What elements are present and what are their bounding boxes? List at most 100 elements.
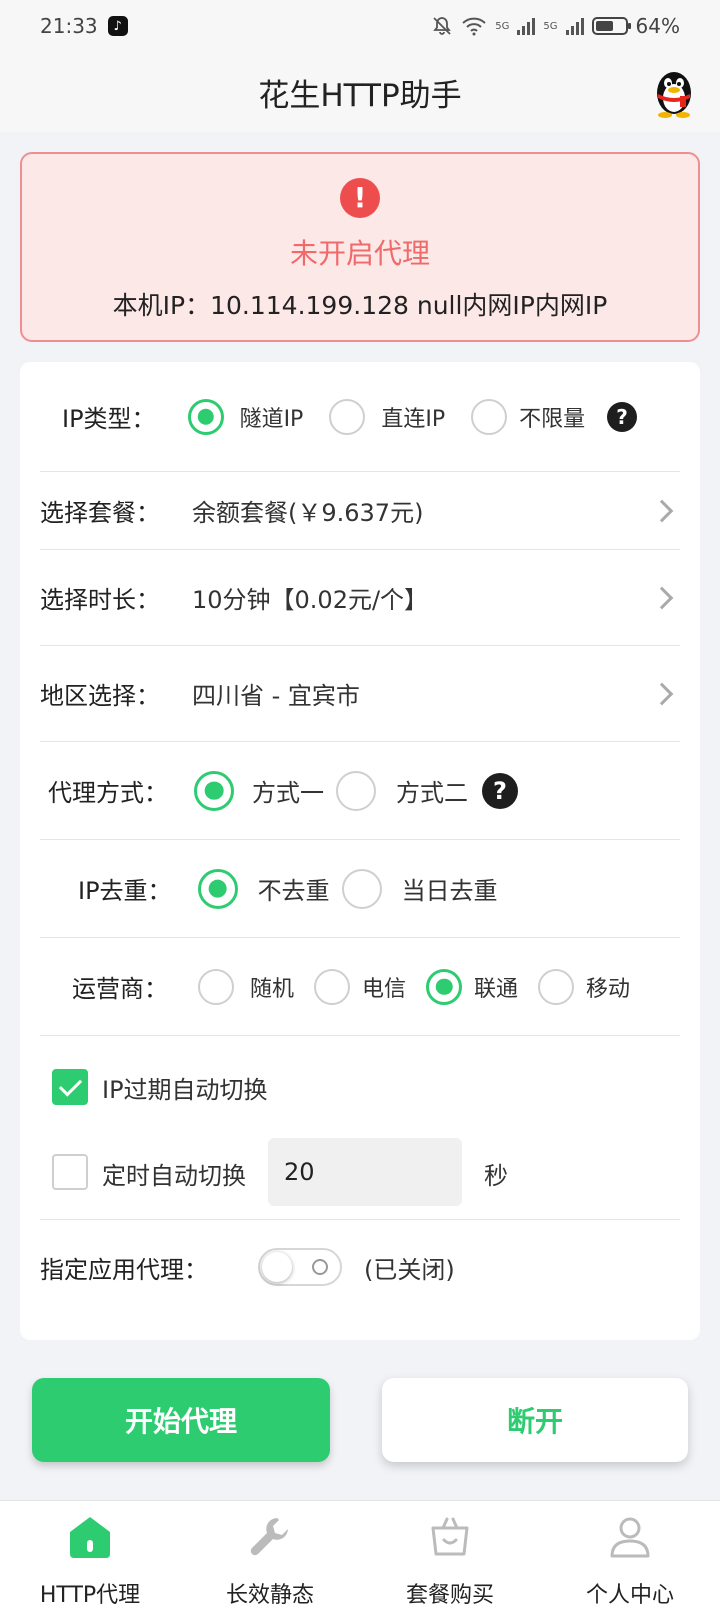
- signal-1-icon: [517, 17, 536, 35]
- carrier-option-telecom[interactable]: 电信: [314, 968, 407, 1005]
- signal-2-icon: [565, 17, 584, 35]
- region-row[interactable]: 地区选择： 四川省 - 宜宾市: [40, 646, 680, 742]
- radio-tunnel-ip[interactable]: [187, 398, 224, 435]
- app-proxy-label: 指定应用代理：: [40, 1255, 208, 1284]
- app-proxy-row: 指定应用代理： (已关闭): [40, 1220, 680, 1314]
- bottom-tab-bar: HTTP代理 长效静态 套餐购买 个人中心: [0, 1500, 720, 1612]
- duration-label: 选择时长：: [40, 586, 160, 614]
- proxy-mode-option-1[interactable]: 方式一: [194, 770, 324, 811]
- ip-type-option-unlimited[interactable]: 不限量: [471, 398, 586, 435]
- ip-type-option-direct[interactable]: 直连IP: [329, 398, 446, 435]
- status-left: 21:33 ♪: [40, 14, 128, 38]
- proxy-mode-option-2[interactable]: 方式二: [336, 770, 468, 811]
- network-type-1: 5G: [495, 20, 510, 32]
- proxy-settings-card: IP类型： 隧道IP 直连IP 不限量 ? 选择套餐： 余额套餐(￥9.637元…: [20, 362, 700, 1340]
- ip-type-option-tunnel[interactable]: 隧道IP: [187, 398, 304, 435]
- auto-switch-timer-checkbox[interactable]: [52, 1154, 88, 1190]
- alert-exclamation-icon: !: [340, 178, 380, 218]
- auto-switch-expire-label: IP过期自动切换: [102, 1075, 268, 1104]
- option-label: 联通: [474, 976, 519, 1002]
- option-label: 不去重: [257, 877, 330, 905]
- auto-switch-expire-checkbox[interactable]: [52, 1069, 88, 1105]
- timer-unit: 秒: [484, 1162, 508, 1190]
- toggle-off-indicator: [312, 1259, 328, 1275]
- auto-switch-timer-row: 定时自动切换 20 秒: [40, 1138, 680, 1220]
- disconnect-button[interactable]: 断开: [382, 1378, 688, 1462]
- auto-switch-expire-row[interactable]: IP过期自动切换: [40, 1036, 680, 1138]
- tab-http-proxy[interactable]: HTTP代理: [0, 1501, 180, 1612]
- proxy-mode-row: 代理方式： 方式一 方式二 ?: [40, 742, 680, 840]
- option-label: 不限量: [519, 406, 586, 432]
- status-bar: 21:33 ♪ 5G 5G 64%: [0, 0, 720, 52]
- radio-telecom[interactable]: [314, 968, 351, 1005]
- tab-label: 长效静态: [225, 1583, 314, 1608]
- mute-bell-icon: [433, 17, 452, 35]
- toggle-knob: [262, 1252, 292, 1282]
- option-label: 方式二: [396, 779, 468, 807]
- local-ip-text: 本机IP：10.114.199.128 null内网IP内网IP: [112, 291, 608, 320]
- radio-unlimited[interactable]: [471, 398, 508, 435]
- tab-label: HTTP代理: [39, 1583, 141, 1608]
- ip-type-label: IP类型：: [62, 405, 156, 433]
- option-label: 隧道IP: [239, 406, 304, 432]
- duration-row[interactable]: 选择时长： 10分钟【0.02元/个】: [40, 550, 680, 646]
- carrier-option-mobile[interactable]: 移动: [538, 968, 631, 1005]
- radio-daily-dedup[interactable]: [341, 868, 382, 909]
- page-title: 花生HTTP助手: [258, 77, 462, 114]
- carrier-label: 运营商：: [72, 975, 168, 1003]
- proxy-status-text: 未开启代理: [289, 237, 430, 270]
- ip-dedup-row: IP去重： 不去重 当日去重: [40, 840, 680, 938]
- tiktok-notification-icon: ♪: [107, 16, 128, 36]
- status-right: 5G 5G 64%: [431, 14, 680, 38]
- dedup-option-none[interactable]: 不去重: [197, 868, 330, 909]
- radio-mode-one[interactable]: [194, 770, 234, 811]
- battery-percent: 64%: [635, 14, 680, 38]
- tab-long-term-static[interactable]: 长效静态: [180, 1501, 360, 1612]
- proxy-mode-label: 代理方式：: [48, 779, 168, 807]
- tab-personal-center[interactable]: 个人中心: [540, 1501, 720, 1612]
- wrench-icon: [244, 1511, 296, 1563]
- radio-mode-two[interactable]: [336, 770, 376, 811]
- home-icon: [64, 1511, 116, 1563]
- tab-label: 套餐购买: [405, 1583, 494, 1608]
- option-label: 随机: [250, 976, 295, 1002]
- status-time: 21:33: [40, 14, 98, 38]
- shop-basket-icon: [424, 1511, 476, 1563]
- network-type-2: 5G: [543, 20, 558, 32]
- proxy-status-alert: ! 未开启代理 本机IP：10.114.199.128 null内网IP内网IP: [20, 152, 700, 342]
- package-row[interactable]: 选择套餐： 余额套餐(￥9.637元): [40, 472, 680, 550]
- option-label: 直连IP: [381, 406, 446, 432]
- radio-mobile[interactable]: [538, 968, 575, 1005]
- tab-package-purchase[interactable]: 套餐购买: [360, 1501, 540, 1612]
- option-label: 移动: [586, 976, 631, 1002]
- carrier-row: 运营商： 随机 电信 联通 移动: [40, 938, 680, 1036]
- option-label: 当日去重: [401, 877, 498, 905]
- ip-dedup-label: IP去重：: [78, 877, 172, 905]
- wifi-icon: [462, 17, 486, 36]
- battery-icon: [591, 17, 631, 35]
- radio-no-dedup[interactable]: [197, 868, 238, 909]
- radio-unicom[interactable]: [426, 968, 463, 1005]
- option-label: 电信: [362, 976, 407, 1002]
- chevron-right-icon: [650, 499, 674, 522]
- proxy-mode-help-icon[interactable]: ?: [482, 772, 518, 809]
- package-value: 余额套餐(￥9.637元): [192, 499, 424, 527]
- app-proxy-toggle[interactable]: [258, 1248, 342, 1286]
- ip-type-help-icon[interactable]: ?: [607, 401, 638, 432]
- radio-random[interactable]: [198, 968, 234, 1005]
- duration-value: 10分钟【0.02元/个】: [192, 586, 429, 614]
- package-label: 选择套餐：: [40, 499, 160, 527]
- option-label: 方式一: [252, 779, 324, 807]
- carrier-option-unicom[interactable]: 联通: [426, 968, 519, 1005]
- chevron-right-icon: [650, 586, 674, 609]
- qq-penguin-icon[interactable]: [650, 66, 698, 118]
- dedup-option-daily[interactable]: 当日去重: [341, 868, 498, 909]
- ip-type-row: IP类型： 隧道IP 直连IP 不限量 ?: [40, 362, 680, 472]
- chevron-right-icon: [650, 682, 674, 705]
- region-label: 地区选择：: [40, 682, 160, 710]
- radio-direct-ip[interactable]: [329, 398, 366, 435]
- start-proxy-button[interactable]: 开始代理: [32, 1378, 330, 1462]
- region-value: 四川省 - 宜宾市: [192, 682, 360, 710]
- timer-seconds-input[interactable]: 20: [268, 1138, 462, 1206]
- carrier-option-random[interactable]: 随机: [198, 968, 295, 1005]
